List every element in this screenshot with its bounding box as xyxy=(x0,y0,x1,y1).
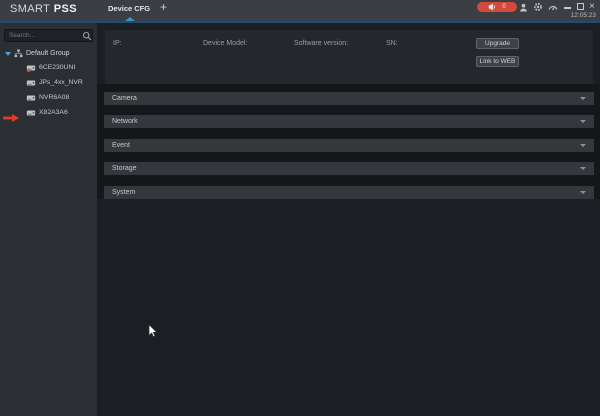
nvr-device-icon xyxy=(26,94,36,102)
chevron-down-icon[interactable] xyxy=(580,167,586,170)
smartpss-window: SMART PSS Device CFG + 0 × 12:05:23 Sear… xyxy=(0,0,600,416)
section-network[interactable]: Network xyxy=(104,115,594,128)
clock-text: 12:05:23 xyxy=(570,12,596,19)
nvr-device-icon xyxy=(26,109,36,117)
section-label: Camera xyxy=(112,95,137,102)
alarm-count-badge[interactable]: 0 xyxy=(477,2,517,12)
add-tab-button[interactable]: + xyxy=(160,0,167,14)
brand-bold: PSS xyxy=(53,3,77,15)
search-box[interactable] xyxy=(4,29,93,42)
device-config-panel: IP: Device Model: Software version: SN: … xyxy=(97,23,600,416)
tree-device-jps-4xx-nvr[interactable]: JPs_4xx_NVR xyxy=(0,75,97,90)
software-version-label: Software version: xyxy=(294,40,349,47)
chevron-down-icon[interactable] xyxy=(580,191,586,194)
device-name: X82A3A6 xyxy=(39,109,68,116)
section-label: Network xyxy=(112,118,138,125)
group-label: Default Group xyxy=(26,50,70,57)
tree-expand-icon[interactable] xyxy=(5,51,11,56)
section-label: Storage xyxy=(112,165,137,172)
chevron-down-icon[interactable] xyxy=(580,144,586,147)
link-to-web-button[interactable]: Link to WEB xyxy=(476,56,519,67)
tree-group-default[interactable]: Default Group xyxy=(0,47,97,60)
config-sections: Camera Network Event Storage System xyxy=(97,84,600,199)
section-label: System xyxy=(112,189,136,196)
section-label: Event xyxy=(112,142,130,149)
app-logo: SMART PSS xyxy=(10,3,77,15)
section-system[interactable]: System xyxy=(104,186,594,199)
tree-device-nvr6a08[interactable]: NVR6A08 xyxy=(0,90,97,105)
speaker-icon xyxy=(488,3,496,11)
user-icon[interactable] xyxy=(518,2,528,12)
tree-device-6ce230uni[interactable]: 6CE230UNI xyxy=(0,60,97,75)
device-name: JPs_4xx_NVR xyxy=(39,79,83,86)
device-name: NVR6A08 xyxy=(39,94,70,101)
section-storage[interactable]: Storage xyxy=(104,162,594,175)
tab-device-cfg[interactable]: Device CFG xyxy=(108,4,150,13)
title-bar: SMART PSS Device CFG + 0 × 12:05:23 xyxy=(0,0,600,23)
gear-icon[interactable] xyxy=(533,2,543,12)
ip-label: IP: xyxy=(113,40,122,47)
section-camera[interactable]: Camera xyxy=(104,92,594,105)
chevron-down-icon[interactable] xyxy=(580,120,586,123)
device-info-panel: IP: Device Model: Software version: SN: … xyxy=(105,30,593,84)
gauge-icon[interactable] xyxy=(548,2,558,12)
mouse-cursor-icon xyxy=(148,323,158,343)
nvr-device-icon xyxy=(26,79,36,87)
chevron-down-icon[interactable] xyxy=(580,97,586,100)
group-icon xyxy=(14,49,23,58)
alarm-count: 0 xyxy=(502,4,506,10)
minimize-icon[interactable] xyxy=(564,7,571,9)
device-tree-sidebar: Default Group 6CE230UNI JPs_4xx_NVR NVR6… xyxy=(0,23,97,416)
red-arrow-annotation-icon xyxy=(3,109,19,122)
brand-light: SMART xyxy=(10,3,51,15)
section-event[interactable]: Event xyxy=(104,139,594,152)
maximize-icon[interactable] xyxy=(577,3,584,10)
device-model-label: Device Model: xyxy=(203,40,248,47)
search-input[interactable] xyxy=(5,32,81,39)
upgrade-button[interactable]: Upgrade xyxy=(476,38,519,49)
search-icon[interactable] xyxy=(81,30,92,41)
camera-device-icon xyxy=(26,64,36,72)
sn-label: SN: xyxy=(386,40,398,47)
device-name: 6CE230UNI xyxy=(39,64,76,71)
